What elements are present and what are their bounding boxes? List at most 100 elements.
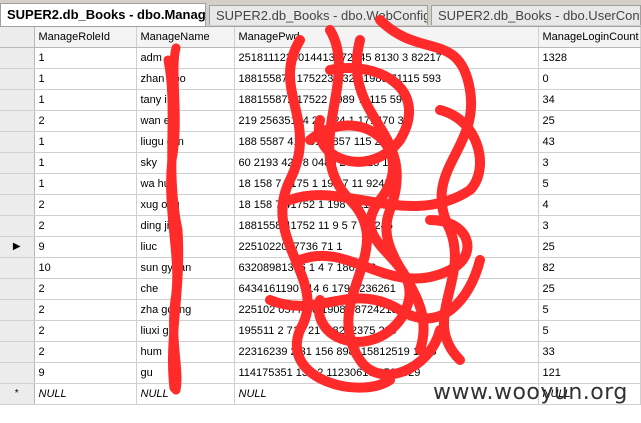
cell-manageloginccount[interactable]: 0 (538, 68, 641, 90)
row-selector[interactable] (0, 299, 35, 321)
cell-manageloginccount[interactable]: 4 (538, 194, 641, 216)
cell-manageloginccount[interactable]: 82 (538, 257, 641, 279)
cell-managename[interactable]: liuxi g (136, 320, 235, 342)
cell-manageloginccount[interactable]: 33 (538, 341, 641, 363)
table-row[interactable]: ▶ 9 liuc 2251022057736 71 1 25 (0, 236, 641, 258)
cell-manageroleid[interactable]: 1 (34, 152, 137, 174)
row-selector[interactable] (0, 68, 35, 90)
cell-manageloginccount[interactable]: 1328 (538, 47, 641, 69)
row-selector[interactable] (0, 152, 35, 174)
cell-managename[interactable]: zhan obo (136, 68, 235, 90)
cell-manageroleid[interactable]: 1 (34, 131, 137, 153)
results-grid[interactable]: ManageRoleId ManageName ManagePwd Manage… (0, 27, 641, 423)
cell-manageroleid[interactable]: 10 (34, 257, 137, 279)
cell-managepwd[interactable]: 195511 2 718 21 1 8292375 289 (234, 320, 539, 342)
cell-manageloginccount[interactable]: 25 (538, 110, 641, 132)
table-row[interactable]: 1 adm 2518111233014413572245 8130 3 82217 1… (0, 47, 641, 69)
table-row[interactable]: 2 che 6434161190 114 6 179 3236261 25 (0, 278, 641, 300)
table-row[interactable]: 10 sun gyuan 63208981376 1 4 7 1862 12 82 (0, 257, 641, 279)
cell-managepwd[interactable]: 2251022057736 71 1 (234, 236, 539, 258)
cell-managepwd[interactable]: 188155872 1752234 32 11989 71115 593 (234, 68, 539, 90)
cell-manageroleid[interactable]: 9 (34, 362, 137, 384)
cell-manageloginccount[interactable]: 43 (538, 131, 641, 153)
cell-manageroleid[interactable]: 2 (34, 299, 137, 321)
row-selector[interactable]: * (0, 383, 35, 405)
cell-manageroleid[interactable]: 1 (34, 89, 137, 111)
table-row[interactable]: 2 zha gcong 225102 05773 6 1908 48724215 2… (0, 299, 641, 321)
cell-manageroleid[interactable]: 2 (34, 320, 137, 342)
cell-manageloginccount[interactable]: 3 (538, 152, 641, 174)
cell-managename[interactable]: sun gyuan (136, 257, 235, 279)
cell-manageroleid[interactable]: 2 (34, 278, 137, 300)
column-header-manageloginccount[interactable]: ManageLoginCount (538, 27, 641, 48)
cell-manageroleid[interactable]: 2 (34, 194, 137, 216)
cell-managepwd[interactable]: 1881558 41752 11 9 5 7 11 245 (234, 215, 539, 237)
row-selector[interactable]: ▶ (0, 236, 35, 258)
cell-managename[interactable]: liuc (136, 236, 235, 258)
cell-manageroleid[interactable]: 1 (34, 173, 137, 195)
cell-managename[interactable]: zha gcong (136, 299, 235, 321)
column-header-managepwd[interactable]: ManagePwd (234, 27, 539, 48)
cell-managepwd[interactable]: 18 158 7 41752 1 198 7 115 5 (234, 194, 539, 216)
cell-manageroleid[interactable]: 1 (34, 47, 137, 69)
row-selector[interactable] (0, 341, 35, 363)
table-row[interactable]: 2 hum 22316239 2 31 156 898415812519 1175 3… (0, 341, 641, 363)
cell-managepwd[interactable]: 18 158 7 4175 1 198 7 11 9245 (234, 173, 539, 195)
cell-managename[interactable]: sky (136, 152, 235, 174)
table-row[interactable]: 2 liuxi g 195511 2 718 21 1 8292375 289 5 (0, 320, 641, 342)
cell-managename[interactable]: wa huo (136, 173, 235, 195)
cell-managename[interactable]: ding jiao (136, 215, 235, 237)
cell-manageroleid[interactable]: 2 (34, 215, 137, 237)
row-selector[interactable] (0, 89, 35, 111)
cell-manageloginccount[interactable]: 25 (538, 236, 641, 258)
table-row[interactable]: 1 tany ing 188155872 17522 1989 71115 593 3… (0, 89, 641, 111)
table-row[interactable]: 2 ding jiao 1881558 41752 11 9 5 7 11 245 3 (0, 215, 641, 237)
cell-manageloginccount[interactable]: 3 (538, 215, 641, 237)
row-selector-header[interactable] (0, 27, 35, 48)
cell-managename[interactable]: che (136, 278, 235, 300)
cell-manageroleid[interactable]: 9 (34, 236, 137, 258)
cell-managepwd[interactable]: 6434161190 114 6 179 3236261 (234, 278, 539, 300)
table-row[interactable]: 1 wa huo 18 158 7 4175 1 198 7 11 9245 5 (0, 173, 641, 195)
tab-dbo-webconfig[interactable]: SUPER2.db_Books - dbo.WebConfig (209, 5, 428, 25)
cell-manageloginccount[interactable]: 25 (538, 278, 641, 300)
tab-dbo-userconfig[interactable]: SUPER2.db_Books - dbo.UserConfig (431, 5, 641, 25)
row-selector[interactable] (0, 257, 35, 279)
column-header-managename[interactable]: ManageName (136, 27, 235, 48)
cell-manageroleid[interactable]: NULL (34, 383, 137, 405)
row-selector[interactable] (0, 215, 35, 237)
cell-manageroleid[interactable]: 2 (34, 341, 137, 363)
row-selector[interactable] (0, 320, 35, 342)
cell-managename[interactable]: wan e (136, 110, 235, 132)
cell-manageroleid[interactable]: 2 (34, 110, 137, 132)
column-header-manageroleid[interactable]: ManageRoleId (34, 27, 137, 48)
cell-manageroleid[interactable]: 1 (34, 68, 137, 90)
row-selector[interactable] (0, 173, 35, 195)
cell-managepwd[interactable]: 63208981376 1 4 7 1862 12 (234, 257, 539, 279)
cell-manageloginccount[interactable]: 5 (538, 173, 641, 195)
cell-managepwd[interactable]: 225102 05773 6 1908 48724215 2 (234, 299, 539, 321)
row-selector[interactable] (0, 194, 35, 216)
table-row[interactable]: 2 xug ong 18 158 7 41752 1 198 7 115 54 (0, 194, 641, 216)
table-row[interactable]: 1 liugu glin 188 5587 417 5119857 115 245 4… (0, 131, 641, 153)
cell-manageloginccount[interactable]: 5 (538, 299, 641, 321)
cell-managepwd[interactable]: 60 2193 420 8 0480 2437 13 1 (234, 152, 539, 174)
table-row[interactable]: 2 wan e 219 25635194 27 124 1 171470 37 25 (0, 110, 641, 132)
cell-managename[interactable]: gu (136, 362, 235, 384)
table-row[interactable]: 1 zhan obo 188155872 1752234 32 11989 7111… (0, 68, 641, 90)
cell-managename[interactable]: hum (136, 341, 235, 363)
cell-managename[interactable]: xug ong (136, 194, 235, 216)
row-selector[interactable] (0, 47, 35, 69)
row-selector[interactable] (0, 110, 35, 132)
cell-manageloginccount[interactable]: 5 (538, 320, 641, 342)
cell-managepwd[interactable]: 2518111233014413572245 8130 3 82217 (234, 47, 539, 69)
cell-managepwd[interactable]: 188155872 17522 1989 71115 593 (234, 89, 539, 111)
row-selector[interactable] (0, 278, 35, 300)
cell-managename[interactable]: adm (136, 47, 235, 69)
cell-managepwd[interactable]: 219 25635194 27 124 1 171470 37 (234, 110, 539, 132)
cell-manageloginccount[interactable]: 34 (538, 89, 641, 111)
row-selector[interactable] (0, 362, 35, 384)
cell-managepwd[interactable]: 188 5587 417 5119857 115 245 (234, 131, 539, 153)
cell-managename[interactable]: liugu glin (136, 131, 235, 153)
row-selector[interactable] (0, 131, 35, 153)
